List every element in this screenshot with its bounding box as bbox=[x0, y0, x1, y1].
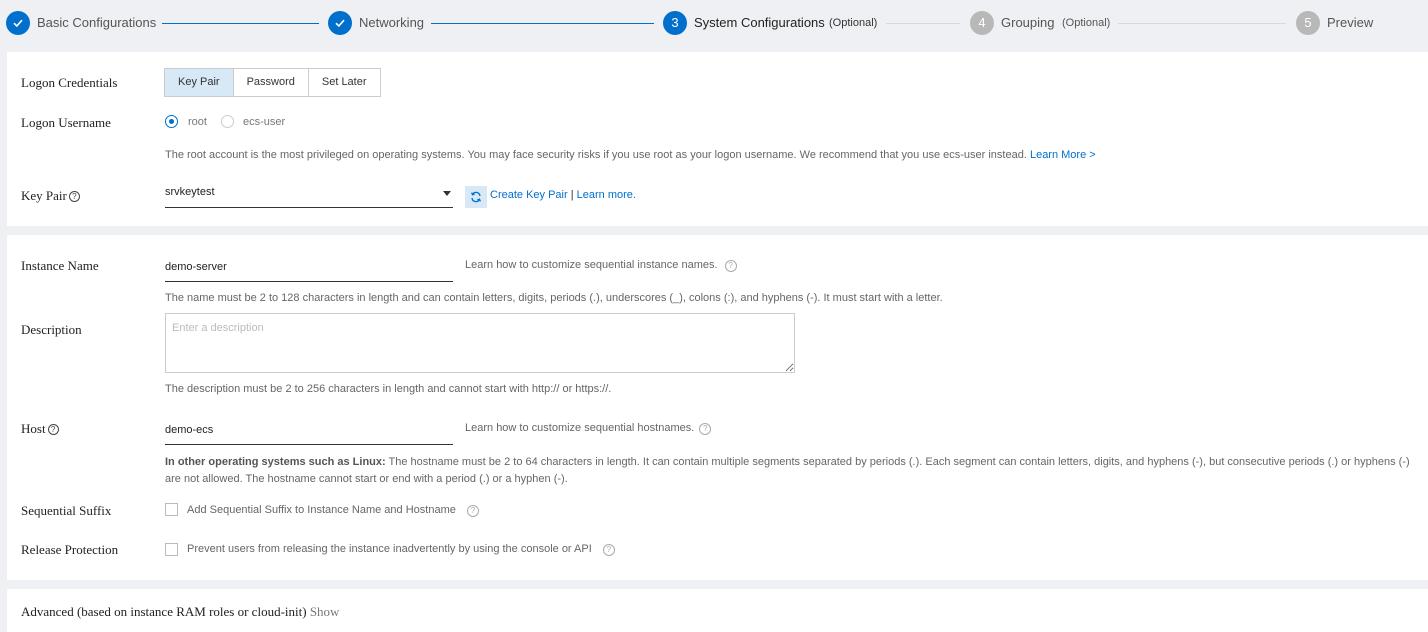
step-3-label: System Configurations bbox=[694, 15, 825, 30]
description-rule: The description must be 2 to 256 charact… bbox=[165, 383, 612, 395]
step-4-number: 4 bbox=[970, 11, 994, 35]
key-pair-help-icon[interactable]: ? bbox=[68, 191, 80, 202]
sequential-suffix-option-text[interactable]: Add Sequential Suffix to Instance Name a… bbox=[187, 504, 456, 516]
release-protection-help-icon[interactable]: ? bbox=[602, 544, 615, 556]
key-pair-label: Key Pair? bbox=[21, 188, 80, 204]
release-protection-label: Release Protection bbox=[21, 542, 119, 557]
key-pair-option[interactable]: Key Pair bbox=[165, 69, 234, 96]
step-1-label[interactable]: Basic Configurations bbox=[37, 15, 156, 30]
advanced-show-toggle[interactable]: Show bbox=[310, 604, 340, 619]
instance-name-input[interactable]: demo-server bbox=[165, 252, 453, 282]
logon-panel: Logon Credentials Key Pair Password Set … bbox=[7, 52, 1428, 226]
logon-username-label: Logon Username bbox=[21, 115, 111, 130]
key-pair-value: srvkeytest bbox=[165, 186, 215, 198]
host-rule-bold: In other operating systems such as Linux… bbox=[165, 456, 386, 468]
logon-credentials-segmented: Key Pair Password Set Later bbox=[164, 68, 381, 97]
key-pair-label-text: Key Pair bbox=[21, 188, 67, 203]
step-connector-2 bbox=[431, 23, 654, 24]
logon-credentials-label: Logon Credentials bbox=[21, 75, 118, 90]
host-value: demo-ecs bbox=[165, 424, 214, 436]
step-connector-3 bbox=[886, 23, 960, 24]
instance-name-value: demo-server bbox=[165, 261, 227, 273]
instance-name-help: Learn how to customize sequential instan… bbox=[465, 259, 737, 272]
sequential-suffix-checkbox[interactable] bbox=[165, 503, 178, 516]
sequential-suffix-label: Sequential Suffix bbox=[21, 503, 112, 518]
step-connector-4 bbox=[1118, 23, 1286, 24]
host-rule: In other operating systems such as Linux… bbox=[165, 454, 1425, 488]
host-help: Learn how to customize sequential hostna… bbox=[465, 422, 712, 435]
instance-name-rule: The name must be 2 to 128 characters in … bbox=[165, 292, 943, 304]
host-help-icon-2[interactable]: ? bbox=[699, 423, 712, 435]
host-label-text: Host bbox=[21, 421, 46, 436]
instance-name-help-link[interactable]: Learn how to customize sequential instan… bbox=[465, 259, 718, 271]
ecs-user-radio[interactable] bbox=[221, 115, 234, 128]
host-label: Host? bbox=[21, 421, 59, 437]
step-5-number: 5 bbox=[1296, 11, 1320, 35]
ecs-user-radio-label[interactable]: ecs-user bbox=[243, 116, 285, 128]
key-pair-learn-more-link[interactable]: Learn more. bbox=[577, 189, 636, 201]
link-separator: | bbox=[570, 189, 574, 201]
release-protection-option-text[interactable]: Prevent users from releasing the instanc… bbox=[187, 543, 592, 555]
sequential-suffix-help-icon[interactable]: ? bbox=[466, 505, 479, 517]
instance-name-label: Instance Name bbox=[21, 258, 99, 273]
step-2-check-icon[interactable] bbox=[328, 11, 352, 35]
step-4-optional: (Optional) bbox=[1062, 17, 1111, 29]
step-3-optional: (Optional) bbox=[829, 17, 878, 29]
sequential-suffix-option: Add Sequential Suffix to Instance Name a… bbox=[187, 504, 479, 517]
advanced-section: Advanced (based on instance RAM roles or… bbox=[21, 604, 339, 620]
wizard-stepper: Basic Configurations Networking 3 System… bbox=[0, 0, 1428, 46]
step-2-label[interactable]: Networking bbox=[359, 15, 424, 30]
root-learn-more-link[interactable]: Learn More > bbox=[1030, 149, 1096, 161]
step-5-label: Preview bbox=[1327, 15, 1374, 30]
host-input[interactable]: demo-ecs bbox=[165, 415, 453, 445]
advanced-panel: Advanced (based on instance RAM roles or… bbox=[7, 589, 1428, 632]
instance-name-help-icon[interactable]: ? bbox=[724, 260, 737, 272]
chevron-down-icon bbox=[443, 191, 451, 196]
step-3-number: 3 bbox=[663, 11, 687, 35]
set-later-option[interactable]: Set Later bbox=[308, 69, 380, 96]
step-connector-1 bbox=[162, 23, 319, 24]
advanced-label: Advanced (based on instance RAM roles or… bbox=[21, 604, 307, 619]
host-help-icon[interactable]: ? bbox=[47, 424, 59, 435]
host-help-link[interactable]: Learn how to customize sequential hostna… bbox=[465, 422, 694, 434]
key-pair-select[interactable]: srvkeytest bbox=[165, 178, 453, 208]
release-protection-checkbox[interactable] bbox=[165, 543, 178, 556]
root-radio[interactable] bbox=[165, 115, 178, 128]
key-pair-links: Create Key Pair | Learn more. bbox=[490, 189, 636, 201]
root-warning-text: The root account is the most privileged … bbox=[165, 149, 1027, 161]
password-option[interactable]: Password bbox=[233, 69, 309, 96]
release-protection-option: Prevent users from releasing the instanc… bbox=[187, 543, 615, 556]
root-radio-label[interactable]: root bbox=[188, 116, 207, 128]
refresh-icon bbox=[471, 191, 481, 203]
description-textarea[interactable] bbox=[165, 313, 795, 373]
refresh-key-pair-button[interactable] bbox=[465, 186, 487, 208]
root-warning: The root account is the most privileged … bbox=[165, 149, 1096, 161]
create-key-pair-link[interactable]: Create Key Pair bbox=[490, 189, 568, 201]
description-label: Description bbox=[21, 322, 82, 337]
instance-panel: Instance Name demo-server Learn how to c… bbox=[7, 235, 1428, 580]
step-4-label: Grouping bbox=[1001, 15, 1055, 30]
step-1-check-icon[interactable] bbox=[6, 11, 30, 35]
